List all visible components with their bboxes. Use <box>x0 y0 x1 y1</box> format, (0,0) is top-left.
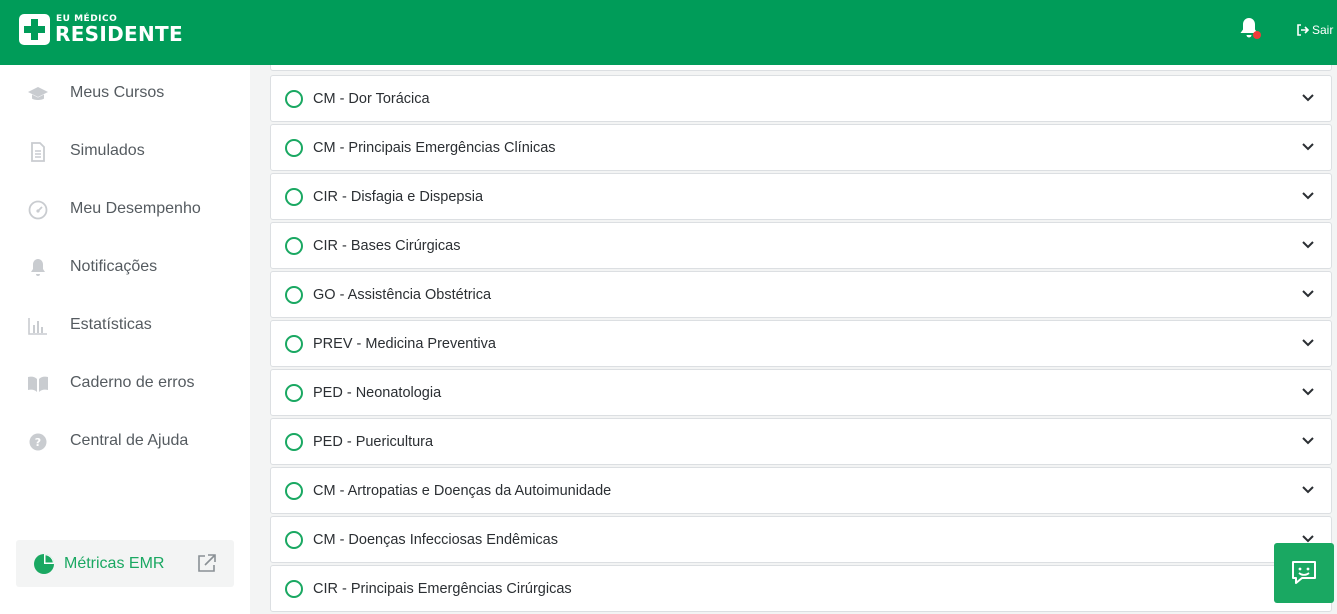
module-title: PED - Neonatologia <box>313 385 442 401</box>
sidebar-item-notificacoes[interactable]: Notificações <box>0 248 250 288</box>
module-accordion-item[interactable]: CIR - Principais Emergências Cirúrgicas <box>270 565 1332 612</box>
progress-circle-icon <box>285 580 303 598</box>
metrics-emr-label: Métricas EMR <box>64 555 165 572</box>
progress-circle-icon <box>285 237 303 255</box>
sidebar-item-label: Central de Ajuda <box>70 432 189 449</box>
logout-label: Sair <box>1312 23 1334 37</box>
sidebar-item-label: Estatísticas <box>70 316 152 333</box>
chat-icon <box>1292 561 1316 584</box>
module-title: CIR - Bases Cirúrgicas <box>313 238 461 254</box>
gauge-icon <box>27 200 49 220</box>
accordion-item-partial[interactable] <box>270 65 1332 71</box>
graduation-cap-icon <box>27 84 49 104</box>
document-icon <box>27 142 49 162</box>
module-title: CM - Dor Torácica <box>313 91 430 107</box>
progress-circle-icon <box>285 482 303 500</box>
sidebar: Meus Cursos Simulados Meu Desempenho Not… <box>0 65 250 614</box>
chevron-down-icon[interactable] <box>1301 387 1315 397</box>
chevron-down-icon[interactable] <box>1301 191 1315 201</box>
book-icon <box>27 374 49 394</box>
module-title: CIR - Disfagia e Dispepsia <box>313 189 484 205</box>
progress-circle-icon <box>285 188 303 206</box>
modules-list: CM - Dor Torácica CM - Principais Emergê… <box>250 65 1337 614</box>
module-accordion-item[interactable]: PED - Puericultura <box>270 418 1332 465</box>
progress-circle-icon <box>285 286 303 304</box>
sidebar-item-meus-cursos[interactable]: Meus Cursos <box>0 74 250 114</box>
module-title: PED - Puericultura <box>313 434 434 450</box>
chat-support-button[interactable] <box>1274 543 1334 603</box>
module-title: CM - Artropatias e Doenças da Autoimunid… <box>313 483 612 499</box>
sidebar-item-label: Meu Desempenho <box>70 200 201 217</box>
module-accordion-item[interactable]: GO - Assistência Obstétrica <box>270 271 1332 318</box>
chevron-down-icon[interactable] <box>1301 338 1315 348</box>
sidebar-item-meu-desempenho[interactable]: Meu Desempenho <box>0 190 250 230</box>
progress-circle-icon <box>285 139 303 157</box>
pie-chart-icon <box>34 554 54 574</box>
sidebar-item-estatisticas[interactable]: Estatísticas <box>0 306 250 346</box>
module-accordion-item[interactable]: CM - Artropatias e Doenças da Autoimunid… <box>270 467 1332 514</box>
bell-icon <box>27 258 49 278</box>
brand-logo[interactable]: EU MÉDICO RESIDENTE <box>19 12 183 52</box>
chevron-down-icon[interactable] <box>1301 436 1315 446</box>
module-title: GO - Assistência Obstétrica <box>313 287 492 303</box>
module-title: CM - Doenças Infecciosas Endêmicas <box>313 532 558 548</box>
module-title: PREV - Medicina Preventiva <box>313 336 496 352</box>
logo-title: RESIDENTE <box>55 22 183 46</box>
notifications-button[interactable] <box>1238 16 1262 42</box>
sidebar-item-label: Simulados <box>70 142 145 159</box>
module-title: CIR - Principais Emergências Cirúrgicas <box>313 581 572 597</box>
sidebar-item-simulados[interactable]: Simulados <box>0 132 250 172</box>
module-accordion-item[interactable]: CIR - Disfagia e Dispepsia <box>270 173 1332 220</box>
bar-chart-icon <box>27 316 49 336</box>
module-accordion-item[interactable]: PREV - Medicina Preventiva <box>270 320 1332 367</box>
progress-circle-icon <box>285 531 303 549</box>
metrics-emr-link[interactable]: Métricas EMR <box>16 540 234 587</box>
sidebar-item-label: Caderno de erros <box>70 374 195 391</box>
module-accordion-item[interactable]: PED - Neonatologia <box>270 369 1332 416</box>
chevron-down-icon[interactable] <box>1301 240 1315 250</box>
top-header: EU MÉDICO RESIDENTE Sair <box>0 0 1337 65</box>
chevron-down-icon[interactable] <box>1301 289 1315 299</box>
progress-circle-icon <box>285 335 303 353</box>
external-link-icon <box>198 554 216 572</box>
sidebar-item-caderno-de-erros[interactable]: Caderno de erros <box>0 364 250 404</box>
progress-circle-icon <box>285 384 303 402</box>
chevron-down-icon[interactable] <box>1301 142 1315 152</box>
chevron-down-icon[interactable] <box>1301 485 1315 495</box>
notification-dot <box>1253 31 1261 39</box>
module-accordion-item[interactable]: CIR - Bases Cirúrgicas <box>270 222 1332 269</box>
module-accordion-item[interactable]: CM - Principais Emergências Clínicas <box>270 124 1332 171</box>
logout-icon <box>1297 24 1309 36</box>
module-accordion-item[interactable]: CM - Dor Torácica <box>270 75 1332 122</box>
module-accordion-item[interactable]: CM - Doenças Infecciosas Endêmicas <box>270 516 1332 563</box>
module-title: CM - Principais Emergências Clínicas <box>313 140 556 156</box>
chevron-down-icon[interactable] <box>1301 93 1315 103</box>
help-circle-icon: ? <box>27 432 49 452</box>
progress-circle-icon <box>285 433 303 451</box>
svg-text:?: ? <box>35 436 41 449</box>
progress-circle-icon <box>285 90 303 108</box>
sidebar-item-label: Meus Cursos <box>70 84 165 101</box>
sidebar-item-label: Notificações <box>70 258 158 275</box>
logout-button[interactable]: Sair <box>1296 23 1333 37</box>
sidebar-item-central-de-ajuda[interactable]: ? Central de Ajuda <box>0 422 250 462</box>
medical-cross-icon <box>19 14 50 45</box>
